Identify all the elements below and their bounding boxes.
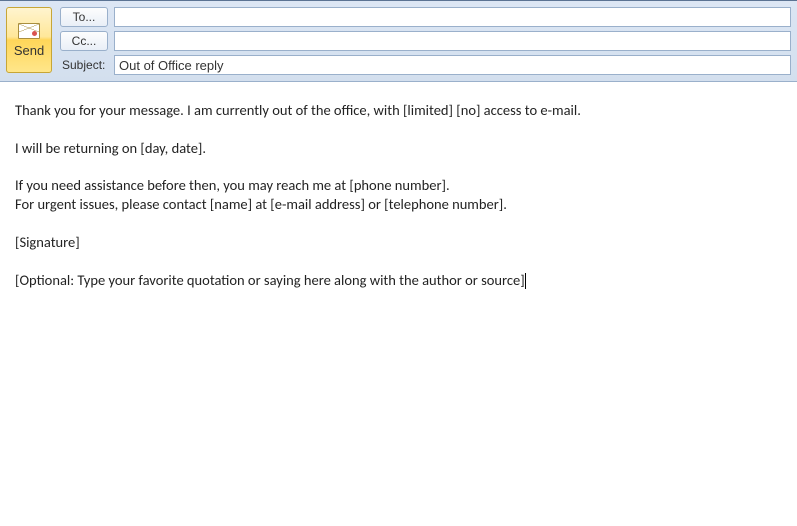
body-line: [Signature] <box>15 233 80 251</box>
subject-row: Subject: <box>60 55 791 75</box>
subject-label: Subject: <box>60 58 108 72</box>
to-input[interactable] <box>114 7 791 27</box>
to-button[interactable]: To... <box>60 7 108 27</box>
send-button-label: Send <box>14 43 44 58</box>
text-caret <box>525 273 526 289</box>
subject-input[interactable] <box>114 55 791 75</box>
body-line: For urgent issues, please contact [name]… <box>15 195 507 213</box>
cc-button-label: Cc... <box>72 34 97 48</box>
compose-header: Send To... Cc... Subject: <box>0 0 797 82</box>
to-row: To... <box>60 7 791 27</box>
to-button-label: To... <box>73 10 96 24</box>
body-line: Thank you for your message. I am current… <box>15 101 581 119</box>
body-line: I will be returning on [day, date]. <box>15 139 206 157</box>
body-line: [Optional: Type your favorite quotation … <box>15 271 525 289</box>
envelope-icon <box>18 23 40 39</box>
send-button[interactable]: Send <box>6 7 52 73</box>
cc-row: Cc... <box>60 31 791 51</box>
body-line: If you need assistance before then, you … <box>15 176 450 194</box>
cc-input[interactable] <box>114 31 791 51</box>
cc-button[interactable]: Cc... <box>60 31 108 51</box>
fields-area: To... Cc... Subject: <box>60 7 791 75</box>
message-body[interactable]: Thank you for your message. I am current… <box>0 82 797 516</box>
